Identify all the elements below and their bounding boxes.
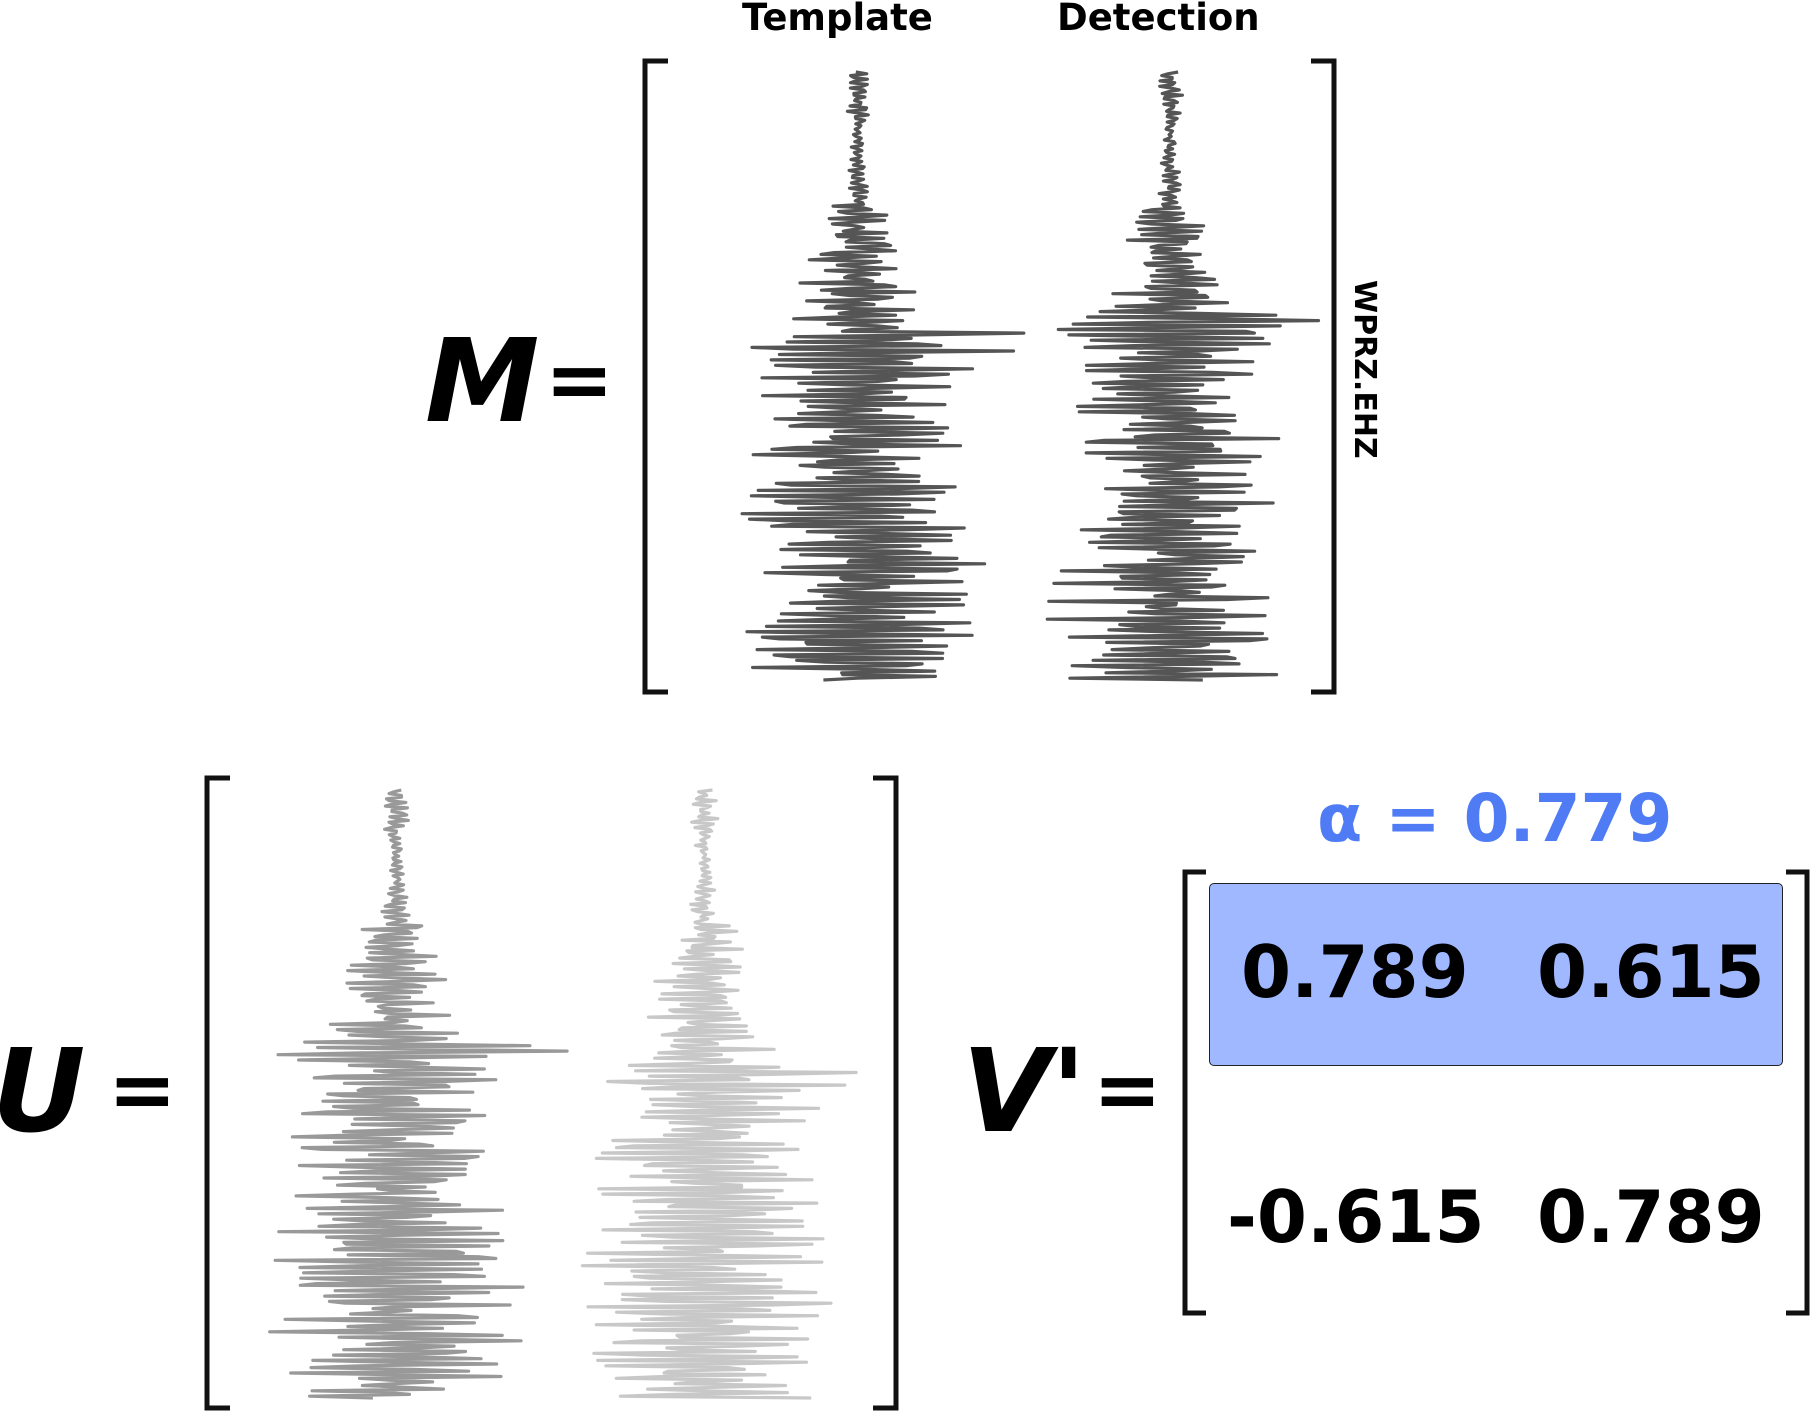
waveforms [268,70,1321,1400]
waveform-detection [1045,70,1321,682]
diagram-graphics [204,58,1810,1411]
bracket-v-right [1786,869,1810,1316]
bracket-m-right [1311,58,1337,695]
bracket-m-left [642,58,668,695]
waveform-u-component-2 [580,788,858,1400]
waveform-u-component-1 [268,788,569,1400]
bracket-u-left [204,775,230,1411]
bracket-u-right [873,775,899,1411]
waveform-template [740,70,1026,682]
bracket-v-left [1182,869,1206,1316]
